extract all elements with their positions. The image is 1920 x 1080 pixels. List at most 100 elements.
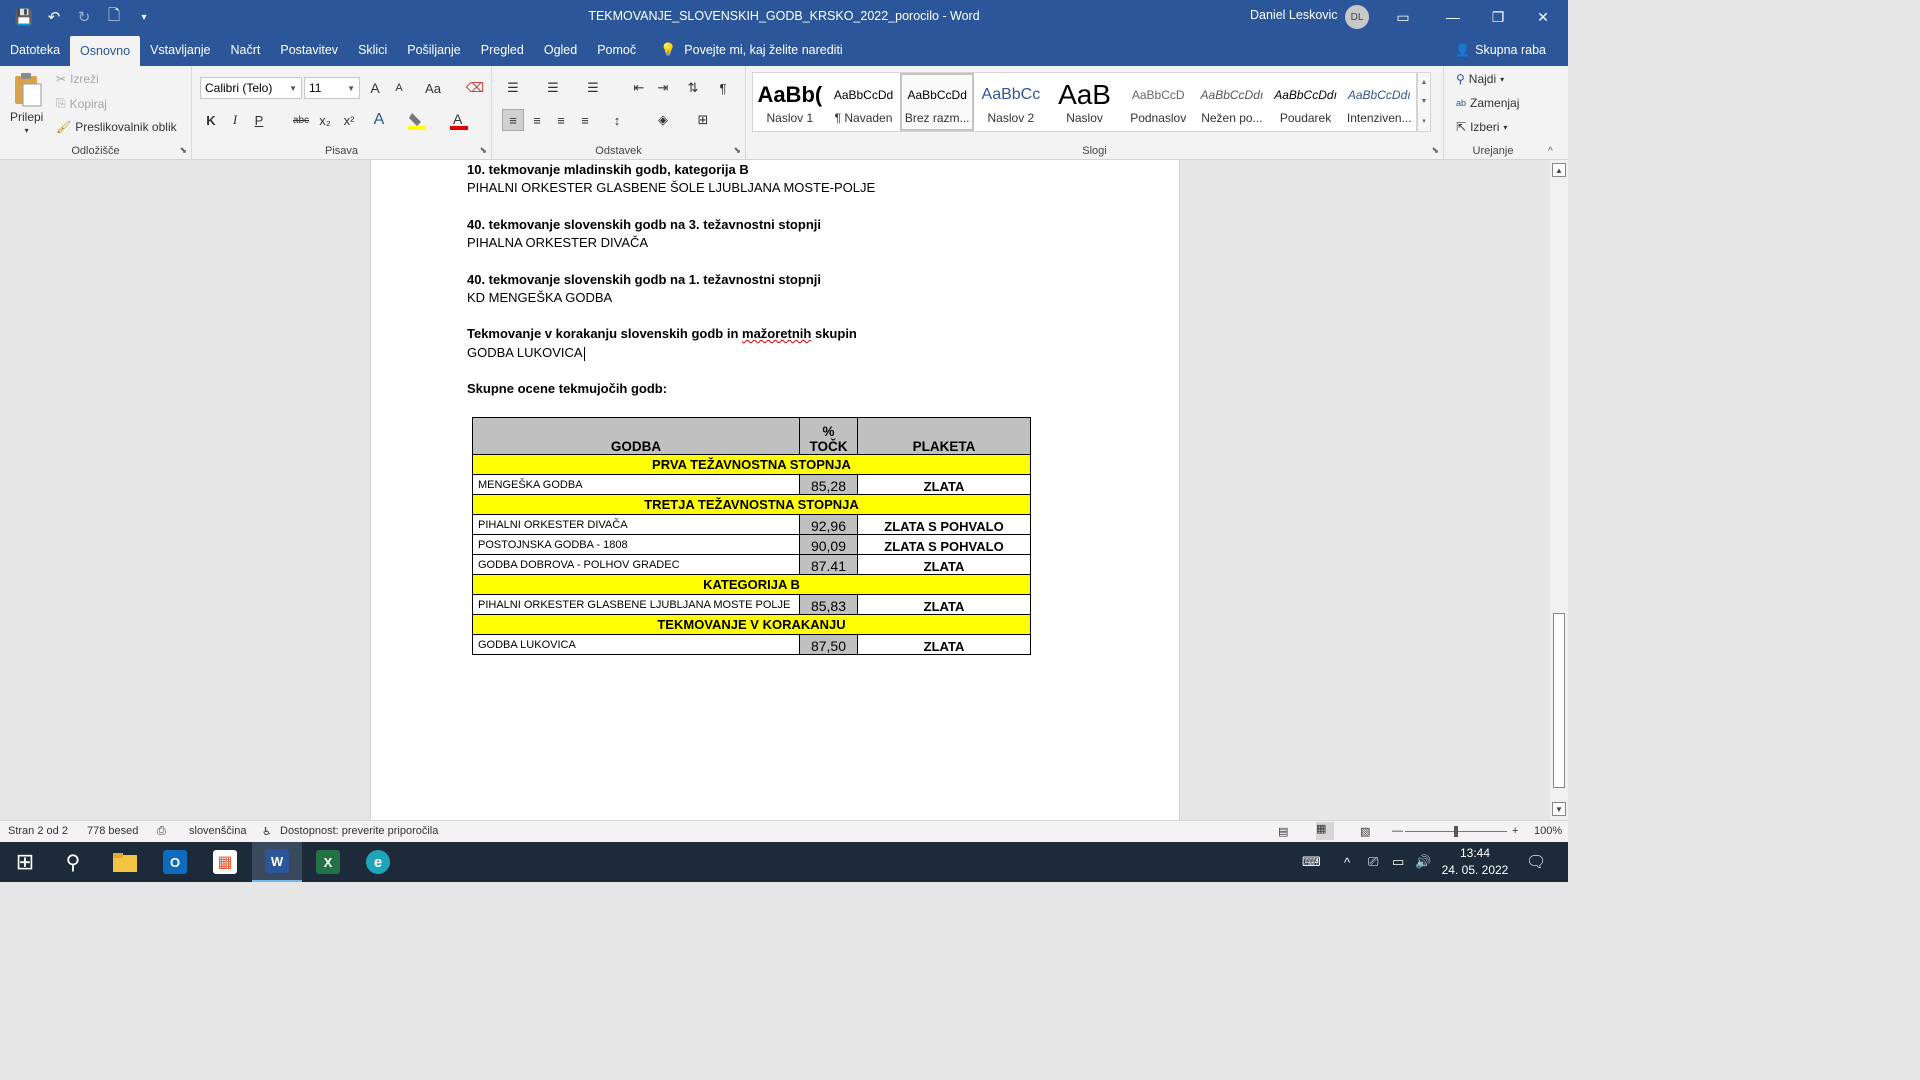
band-name-cell[interactable]: GODBA LUKOVICA [472,634,800,655]
borders-icon[interactable]: ⊞ [692,109,714,131]
font-color-icon[interactable]: A [448,109,470,131]
decrease-indent-icon[interactable]: ⇤ [628,77,650,99]
tab-file[interactable]: Datoteka [0,34,70,66]
tab-references[interactable]: Sklici [348,34,397,66]
category-cell[interactable]: TEKMOVANJE V KORAKANJU [472,614,1031,635]
excel-button[interactable]: X [303,842,353,882]
plaque-cell[interactable]: ZLATA [857,474,1031,495]
align-right-icon[interactable]: ≡ [550,109,572,131]
paragraph-heading[interactable]: Tekmovanje v korakanju slovenskih godb i… [467,326,857,341]
dialog-launcher-icon[interactable]: ⬊ [733,145,741,156]
tab-layout[interactable]: Postavitev [270,34,348,66]
score-cell[interactable]: 85,28 [799,474,858,495]
document-page[interactable]: 10. tekmovanje mladinskih godb, kategori… [370,160,1180,820]
save-icon[interactable]: 💾 [12,5,36,29]
shading-icon[interactable]: ◈ [652,109,674,131]
align-left-icon[interactable]: ≡ [502,109,524,131]
subscript-button[interactable]: x₂ [314,109,336,131]
paragraph-text[interactable]: KD MENGEŠKA GODBA [467,290,612,305]
find-button[interactable]: ⚲ Najdi ▾ [1456,72,1504,86]
font-name-combo[interactable]: Calibri (Telo) ▼ [200,77,302,99]
replace-button[interactable]: ab Zamenjaj [1456,96,1519,110]
band-name-cell[interactable]: MENGEŠKA GODBA [472,474,800,495]
volume-icon[interactable]: 🔊 [1415,842,1431,882]
multilevel-list-icon[interactable]: ☰ [582,77,604,99]
underline-button[interactable]: P [248,109,270,131]
tab-mailings[interactable]: Pošiljanje [397,34,471,66]
edge-button[interactable]: e [353,842,403,882]
numbering-icon[interactable]: ☰ [542,77,564,99]
show-hidden-icons-icon[interactable]: ^ [1344,842,1350,882]
chevron-down-icon[interactable]: ▼ [1421,98,1428,105]
device-icon[interactable]: ⎚ [1368,842,1378,882]
style-emphasis[interactable]: AaBbCcDdı Poudarek [1269,73,1343,131]
styles-gallery-scroll[interactable]: ▲ ▼ ▾ [1417,72,1431,132]
word-count[interactable]: 778 besed [87,825,138,837]
start-button[interactable]: ⊞ [0,842,50,882]
word-button[interactable]: W [252,842,302,882]
tab-view[interactable]: Ogled [534,34,587,66]
paste-button[interactable]: Prilepi ▾ [10,72,43,135]
tab-insert[interactable]: Vstavljanje [140,34,220,66]
superscript-button[interactable]: x² [338,109,360,131]
style-no-spacing[interactable]: AaBbCcDd Brez razm... [900,73,975,131]
dialog-launcher-icon[interactable]: ⬊ [179,145,187,156]
plaque-cell[interactable]: ZLATA [857,634,1031,655]
justify-icon[interactable]: ≡ [574,109,596,131]
file-explorer-button[interactable] [100,842,150,882]
dialog-launcher-icon[interactable]: ⬊ [479,145,487,156]
score-cell[interactable]: 92,96 [799,514,858,535]
band-name-cell[interactable]: PIHALNI ORKESTER DIVAČA [472,514,800,535]
paragraph-heading[interactable]: 40. tekmovanje slovenskih godb na 3. tež… [467,217,821,232]
copy-button[interactable]: ⎘ Kopiraj [56,96,107,111]
close-icon[interactable]: ✕ [1520,0,1566,34]
change-case-button[interactable]: Aa [418,77,448,99]
tab-design[interactable]: Načrt [221,34,271,66]
band-name-cell[interactable]: PIHALNI ORKESTER GLASBENE LJUBLJANA MOST… [472,594,800,615]
select-button[interactable]: ⇱ Izberi ▾ [1456,120,1507,134]
web-layout-icon[interactable]: ▧ [1360,825,1370,838]
scroll-up-icon[interactable]: ▲ [1552,163,1566,177]
text-effects-icon[interactable]: A [368,109,390,131]
user-name[interactable]: Daniel Leskovic [1250,8,1338,22]
print-preview-icon[interactable]: 🗋 [102,5,126,29]
plaque-cell[interactable]: ZLATA [857,554,1031,575]
style-title[interactable]: AaB Naslov [1048,73,1122,131]
style-normal[interactable]: AaBbCcDd ¶ Navaden [827,73,901,131]
scroll-down-icon[interactable]: ▼ [1552,802,1566,816]
paragraph-heading[interactable]: 10. tekmovanje mladinskih godb, kategori… [467,162,749,177]
spelling-error-word[interactable]: mažoretnih [742,326,811,341]
restore-icon[interactable]: ❐ [1475,0,1521,34]
paragraph-text[interactable]: PIHALNA ORKESTER DIVAČA [467,235,648,250]
category-cell[interactable]: KATEGORIJA B [472,574,1031,595]
plaque-cell[interactable]: ZLATA S POHVALO [857,514,1031,535]
line-spacing-icon[interactable]: ↕ [606,109,628,131]
increase-indent-icon[interactable]: ⇥ [652,77,674,99]
touch-keyboard-icon[interactable]: ⌨ [1302,842,1321,882]
chevron-up-icon[interactable]: ▲ [1421,79,1428,86]
outlook-button[interactable]: O [150,842,200,882]
format-painter-button[interactable]: 🖌 Preslikovalnik oblik [56,120,177,134]
scrollbar-thumb[interactable] [1553,613,1565,788]
results-table[interactable]: GODBA % TOČK PLAKETA PRVA TEŽAVNOSTNA ST… [472,417,1031,655]
italic-button[interactable]: I [224,109,246,131]
print-layout-icon[interactable]: ▦ [1316,822,1334,840]
notifications-icon[interactable]: 🗨 [1526,842,1546,882]
table-header-cell[interactable]: PLAKETA [857,417,1031,455]
paragraph-text[interactable]: PIHALNI ORKESTER GLASBENE ŠOLE LJUBLJANA… [467,180,875,195]
cut-button[interactable]: ✂ Izreži [56,72,99,86]
score-cell[interactable]: 85,83 [799,594,858,615]
style-intense-emphasis[interactable]: AaBbCcDdı Intenziven... [1342,73,1416,131]
zoom-in-button[interactable]: + [1512,825,1518,837]
zoom-out-button[interactable]: — [1392,825,1403,837]
highlight-icon[interactable] [406,109,428,131]
tell-me-box[interactable]: 💡 Povejte mi, kaj želite narediti [646,34,843,66]
style-heading-1[interactable]: AaBb( Naslov 1 [753,73,827,131]
shrink-font-button[interactable]: A [388,77,410,99]
undo-icon[interactable]: ↶ [42,5,66,29]
score-cell[interactable]: 90,09 [799,534,858,555]
customize-toolbar-icon[interactable]: ▾ [132,5,156,29]
tab-home[interactable]: Osnovno [70,36,141,66]
category-cell[interactable]: TRETJA TEŽAVNOSTNA STOPNJA [472,494,1031,515]
sort-icon[interactable]: ⇅ [682,77,704,99]
